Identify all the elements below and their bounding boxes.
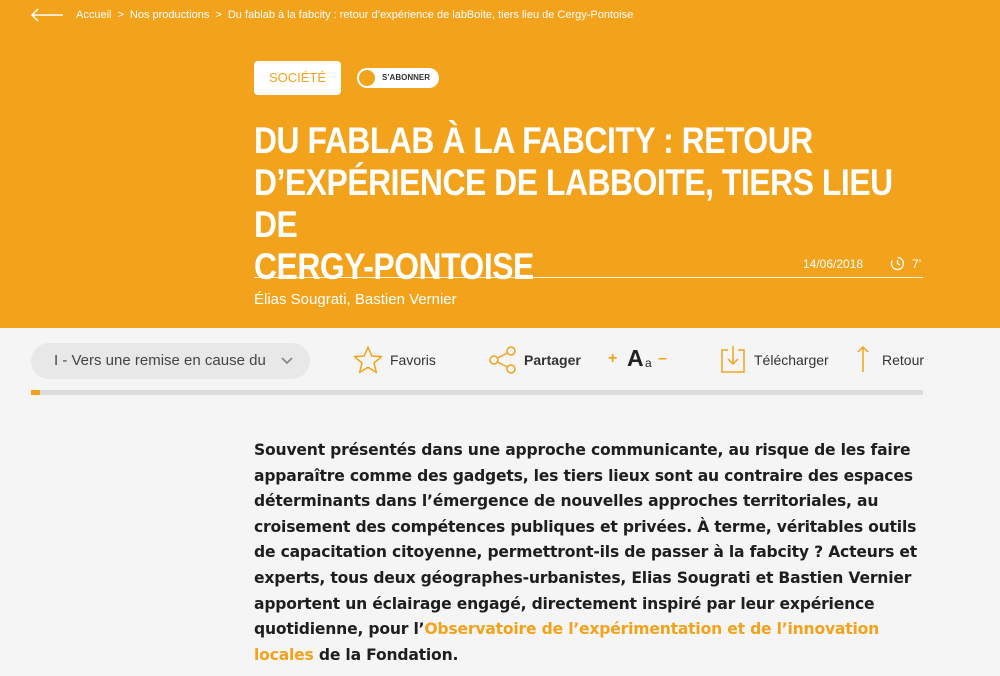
- publish-date: 14/06/2018: [803, 257, 864, 271]
- reading-progress-fill: [31, 390, 40, 395]
- toggle-knob: [359, 70, 375, 86]
- download-button[interactable]: Télécharger: [754, 352, 829, 368]
- arrow-up-icon[interactable]: [856, 345, 870, 373]
- font-increase-button[interactable]: +: [608, 350, 617, 368]
- breadcrumb-current: Du fablab à la fabcity : retour d’expéri…: [227, 9, 634, 21]
- article-intro: Souvent présentés dans une approche comm…: [254, 438, 929, 668]
- share-button[interactable]: Partager: [524, 352, 581, 368]
- breadcrumb: Accueil > Nos productions > Du fablab à la f…: [76, 9, 633, 21]
- share-icon[interactable]: [488, 345, 518, 375]
- star-icon[interactable]: [353, 345, 383, 375]
- reading-progress-bar: [31, 390, 923, 395]
- font-size-icon: A: [627, 345, 644, 371]
- breadcrumb-home[interactable]: Accueil: [76, 9, 111, 21]
- back-arrow-icon[interactable]: [30, 8, 64, 22]
- breadcrumb-separator: >: [215, 9, 222, 21]
- subscribe-label: S’ABONNER: [382, 73, 431, 82]
- breadcrumb-productions[interactable]: Nos productions: [130, 9, 210, 21]
- favorites-button[interactable]: Favoris: [390, 352, 436, 368]
- title-line: DU FABLAB À LA FABCITY : RETOUR: [254, 120, 813, 161]
- font-size-icon-small: a: [645, 356, 652, 370]
- toc-selected-value: I - Vers une remise en cause du: [54, 352, 266, 369]
- download-icon[interactable]: [720, 344, 746, 374]
- return-button[interactable]: Retour: [882, 352, 924, 368]
- clock-icon: [890, 256, 905, 271]
- subscribe-toggle[interactable]: S’ABONNER: [357, 68, 439, 88]
- authors[interactable]: Élias Sougrati, Bastien Vernier: [254, 291, 457, 308]
- article-header: Accueil > Nos productions > Du fablab à la f…: [0, 0, 1000, 328]
- chevron-down-icon: [281, 357, 293, 365]
- header-divider: [254, 277, 923, 278]
- title-line: D’EXPÉRIENCE DE LABBOITE, TIERS LIEU DE: [254, 162, 893, 245]
- reading-time: 7’: [912, 257, 922, 271]
- breadcrumb-separator: >: [117, 9, 124, 21]
- table-of-contents-select[interactable]: I - Vers une remise en cause du: [31, 343, 310, 379]
- intro-text: Souvent présentés dans une approche comm…: [254, 441, 918, 639]
- font-decrease-button[interactable]: –: [658, 350, 667, 368]
- category-tag[interactable]: SOCIÉTÉ: [254, 61, 341, 95]
- intro-text-end: de la Fondation.: [313, 645, 459, 664]
